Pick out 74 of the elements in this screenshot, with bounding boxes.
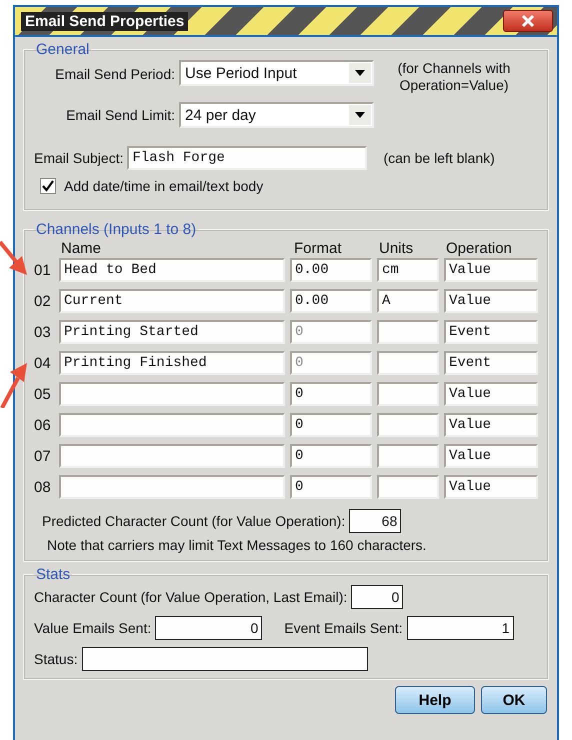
units-field[interactable]: [377, 320, 439, 344]
note-text: Note that carriers may limit Text Messages to 160 characters.: [46, 537, 428, 553]
operation-field[interactable]: Value: [444, 475, 538, 499]
format-field[interactable]: 0: [290, 413, 372, 437]
units-field[interactable]: A: [377, 289, 439, 313]
format-field[interactable]: 0: [290, 382, 372, 406]
operation-field[interactable]: Event: [444, 351, 538, 375]
count-field: 1: [406, 616, 514, 640]
units-field[interactable]: [377, 444, 439, 468]
name-field[interactable]: Current: [59, 289, 285, 313]
annotation-arrow: [0, 240, 28, 276]
column-header: Format: [293, 240, 343, 257]
row-number: 02: [34, 292, 52, 312]
checkbox[interactable]: [40, 178, 56, 194]
close-button[interactable]: [503, 10, 553, 32]
group-title: Channels (Inputs 1 to 8): [35, 221, 198, 238]
name-field[interactable]: Head to Bed: [59, 258, 285, 282]
operation-field[interactable]: Value: [444, 289, 538, 313]
window-title: Email Send Properties: [21, 12, 188, 30]
operation-field[interactable]: Value: [444, 413, 538, 437]
hint-text: (can be left blank): [383, 150, 495, 166]
operation-field[interactable]: Value: [444, 444, 538, 468]
checkbox-label: Add date/time in email/text body: [64, 178, 264, 194]
name-field[interactable]: [59, 475, 285, 499]
field-label: Email Subject:: [34, 150, 124, 166]
field-label: Character Count (for Value Operation, Last Email):: [34, 589, 348, 605]
units-field[interactable]: [377, 413, 439, 437]
units-field[interactable]: cm: [377, 258, 439, 282]
column-header: Operation: [445, 240, 513, 257]
caret-icon: [355, 70, 365, 76]
group-title: General: [35, 41, 90, 58]
annotation-arrow: [0, 362, 28, 408]
row-number: 07: [34, 446, 52, 466]
row-number: 05: [34, 384, 52, 404]
row-number: 06: [34, 416, 52, 436]
field-label: Predicted Character Count (for Value Operation):: [42, 513, 346, 529]
row-number: 04: [34, 354, 52, 374]
units-field[interactable]: [377, 351, 439, 375]
count-field: 68: [349, 509, 402, 533]
help-button[interactable]: Help: [395, 686, 475, 714]
field-label: Status:: [34, 651, 78, 667]
row-number: 03: [34, 322, 52, 342]
count-field: 0: [351, 585, 404, 609]
name-field[interactable]: [59, 444, 285, 468]
row-number: 01: [34, 260, 52, 280]
field-label: Event Emails Sent:: [284, 620, 403, 636]
hint-text: (for Channels with Operation=Value): [396, 60, 512, 94]
name-field[interactable]: Printing Started: [59, 320, 285, 344]
name-field[interactable]: Printing Finished: [59, 351, 285, 375]
name-field[interactable]: [59, 413, 285, 437]
operation-field[interactable]: Value: [444, 382, 538, 406]
column-header: Units: [378, 240, 414, 257]
operation-field[interactable]: Event: [444, 320, 538, 344]
field-label: Email Send Period:: [54, 66, 175, 82]
subject-field[interactable]: Flash Forge: [127, 146, 368, 170]
operation-field[interactable]: Value: [444, 258, 538, 282]
limit-dropdown[interactable]: 24 per day: [179, 102, 374, 128]
count-field: 0: [155, 616, 262, 640]
format-field[interactable]: 0.00: [290, 258, 372, 282]
group-title: Stats: [35, 566, 72, 583]
units-field[interactable]: [377, 382, 439, 406]
row-number: 08: [34, 478, 52, 498]
units-field[interactable]: [377, 475, 439, 499]
format-field[interactable]: 0.00: [290, 289, 372, 313]
period-dropdown[interactable]: Use Period Input: [179, 60, 374, 86]
field-label: Email Send Limit:: [65, 107, 175, 123]
caret-icon: [355, 112, 365, 118]
format-field[interactable]: 0: [290, 475, 372, 499]
close-icon: [521, 15, 535, 27]
format-field[interactable]: 0: [290, 444, 372, 468]
field-label: Value Emails Sent:: [34, 620, 152, 636]
column-header: Name: [60, 240, 102, 257]
name-field[interactable]: [59, 382, 285, 406]
ok-button[interactable]: OK: [481, 686, 547, 714]
